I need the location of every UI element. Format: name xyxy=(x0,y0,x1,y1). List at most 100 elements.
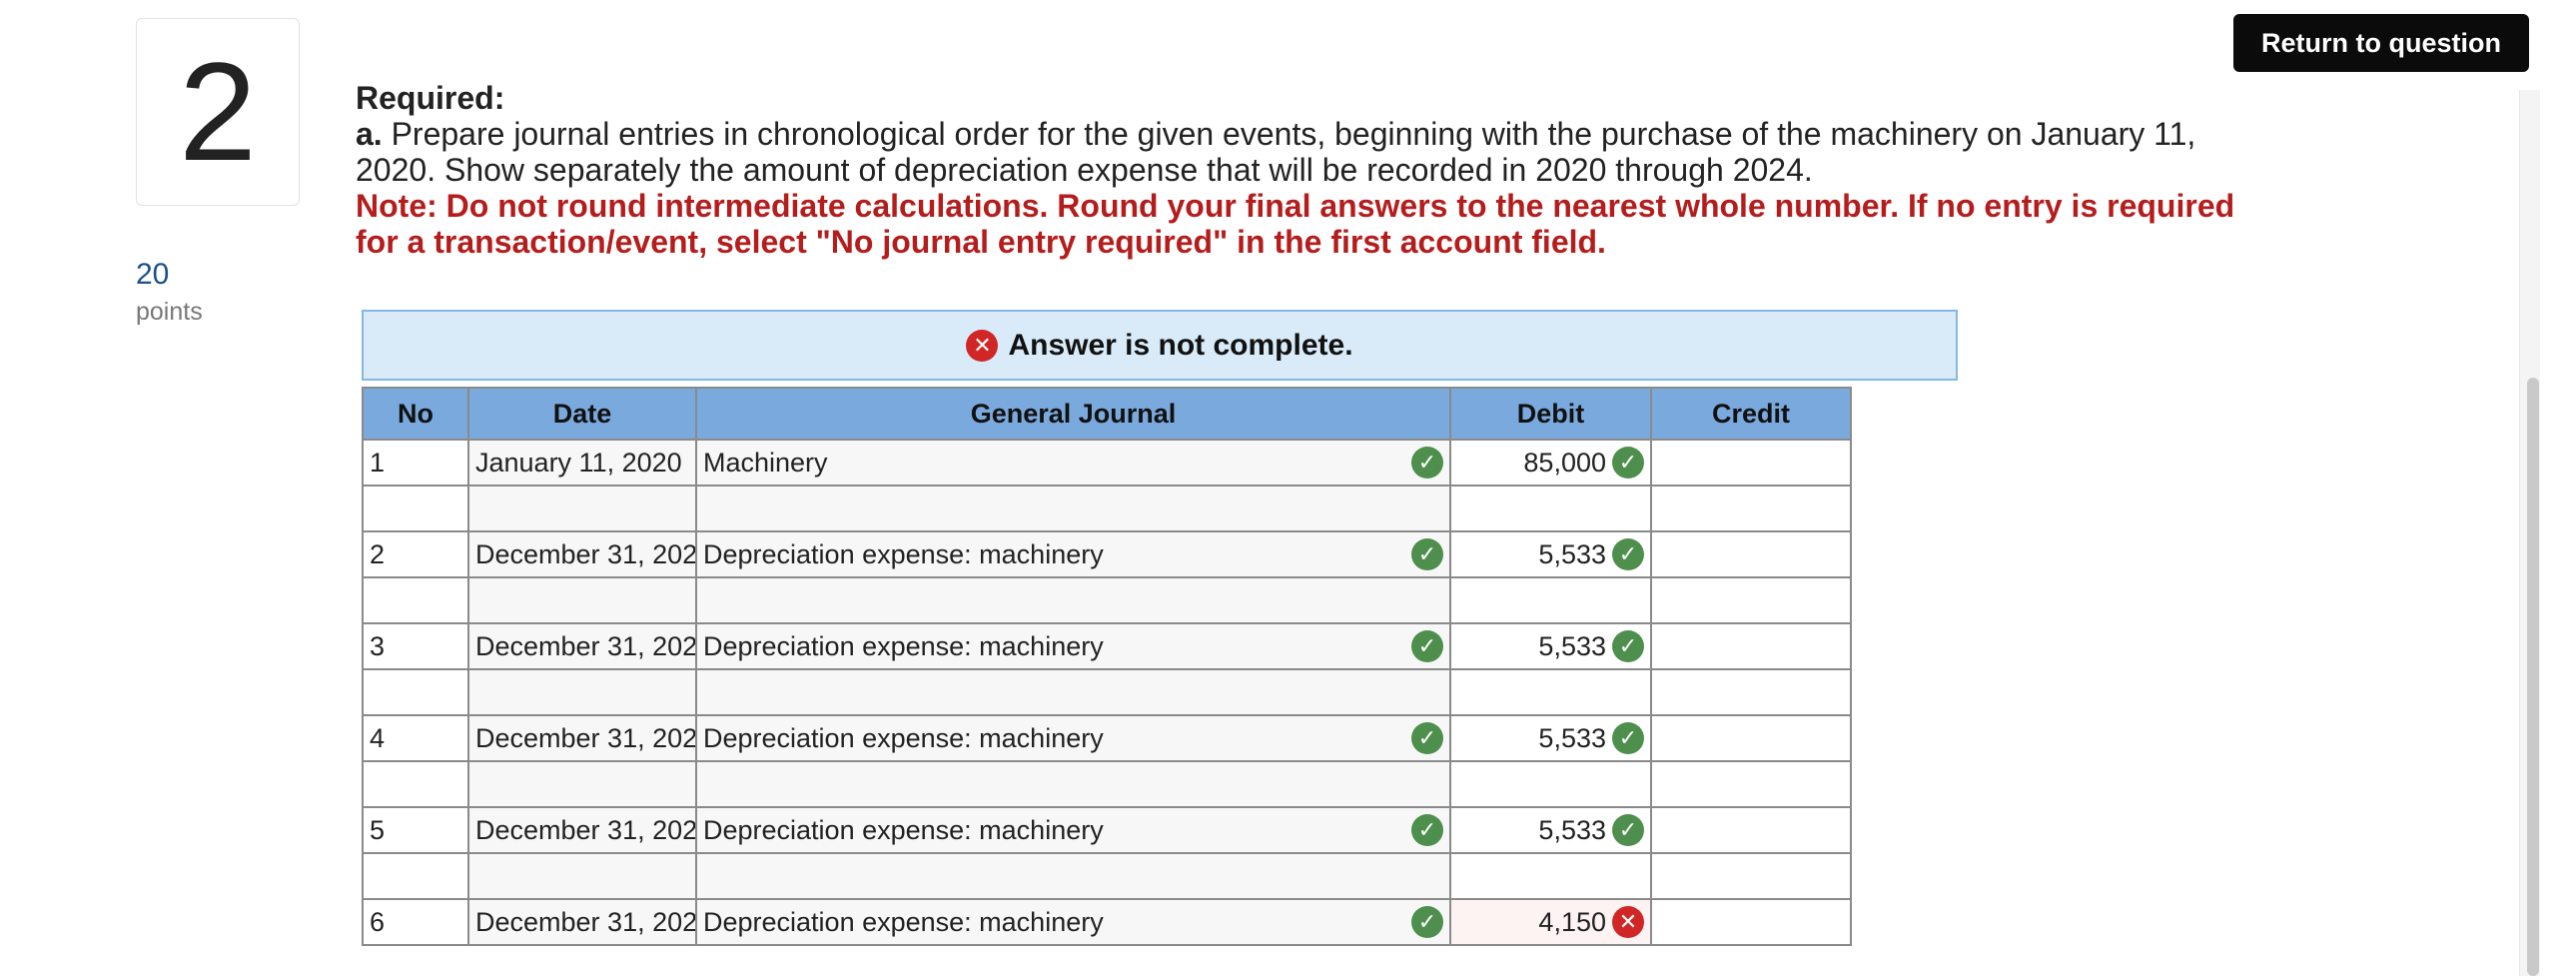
credit-cell[interactable] xyxy=(1650,576,1852,624)
date-cell[interactable]: January 11, 2020 xyxy=(467,439,697,487)
entry-number-cell xyxy=(362,668,469,716)
entry-number-cell: 5 xyxy=(362,806,469,854)
debit-amount: 5,533 xyxy=(1538,630,1606,661)
check-circle-icon: ✓ xyxy=(1411,630,1443,662)
date-cell[interactable] xyxy=(467,760,697,808)
account-cell[interactable]: Depreciation expense: machinery ✓ xyxy=(695,622,1451,670)
date-cell[interactable]: December 31, 2024 xyxy=(467,898,697,946)
instruction-note: Note: Do not round intermediate calculat… xyxy=(356,188,2235,260)
debit-cell[interactable]: 5,533 ✓ xyxy=(1449,714,1652,762)
account-name: Depreciation expense: machinery xyxy=(703,814,1104,845)
question-prompt: Required: a. Prepare journal entries in … xyxy=(356,80,2253,260)
table-row: 3 December 31, 2021 Depreciation expense: … xyxy=(362,622,1852,670)
credit-cell[interactable] xyxy=(1650,714,1852,762)
date-cell[interactable]: December 31, 2020 xyxy=(467,530,697,578)
check-circle-icon: ✓ xyxy=(1411,447,1443,479)
scrollbar-thumb[interactable] xyxy=(2527,378,2539,976)
table-row: 5 December 31, 2023 Depreciation expense: … xyxy=(362,806,1852,854)
entry-number-cell xyxy=(362,576,469,624)
debit-cell[interactable]: 5,533 ✓ xyxy=(1449,806,1652,854)
column-header-date: Date xyxy=(467,387,697,441)
debit-cell[interactable]: 4,150 ✕ xyxy=(1449,898,1652,946)
answer-status-text: Answer is not complete. xyxy=(1008,328,1353,362)
part-label: a. xyxy=(356,116,383,152)
credit-cell[interactable] xyxy=(1650,806,1852,854)
entry-number-cell: 1 xyxy=(362,439,469,487)
points-value: 20 xyxy=(136,258,170,291)
account-cell[interactable]: Machinery ✓ xyxy=(695,439,1451,487)
credit-cell[interactable] xyxy=(1650,898,1852,946)
column-header-general-journal: General Journal xyxy=(695,387,1451,441)
column-header-debit: Debit xyxy=(1449,387,1652,441)
check-circle-icon: ✓ xyxy=(1612,722,1644,754)
credit-cell[interactable] xyxy=(1650,668,1852,716)
table-row xyxy=(362,760,1852,808)
account-cell[interactable]: Depreciation expense: machinery ✓ xyxy=(695,714,1451,762)
debit-cell[interactable]: 5,533 ✓ xyxy=(1449,530,1652,578)
debit-cell[interactable] xyxy=(1449,668,1652,716)
debit-amount: 5,533 xyxy=(1538,538,1606,569)
date-cell[interactable] xyxy=(467,668,697,716)
account-cell[interactable]: Depreciation expense: machinery ✓ xyxy=(695,898,1451,946)
entry-number-cell: 4 xyxy=(362,714,469,762)
check-circle-icon: ✓ xyxy=(1612,630,1644,662)
check-circle-icon: ✓ xyxy=(1612,447,1644,479)
debit-cell[interactable]: 5,533 ✓ xyxy=(1449,622,1652,670)
debit-amount: 5,533 xyxy=(1538,722,1606,753)
table-row xyxy=(362,852,1852,900)
table-row: 2 December 31, 2020 Depreciation expense: … xyxy=(362,530,1852,578)
table-row: 1 January 11, 2020 Machinery ✓ 85,000 ✓ xyxy=(362,439,1852,487)
date-cell[interactable]: December 31, 2023 xyxy=(467,806,697,854)
check-circle-icon: ✓ xyxy=(1411,722,1443,754)
debit-cell[interactable] xyxy=(1449,760,1652,808)
account-cell[interactable]: Depreciation expense: machinery ✓ xyxy=(695,806,1451,854)
entry-number-cell xyxy=(362,760,469,808)
date-cell[interactable] xyxy=(467,852,697,900)
debit-amount: 4,150 xyxy=(1538,906,1606,937)
x-circle-icon: ✕ xyxy=(1612,906,1644,938)
table-row xyxy=(362,668,1852,716)
points-label: points xyxy=(136,298,203,326)
credit-cell[interactable] xyxy=(1650,622,1852,670)
account-name: Depreciation expense: machinery xyxy=(703,538,1104,569)
return-to-question-button[interactable]: Return to question xyxy=(2233,14,2529,72)
debit-cell[interactable]: 85,000 ✓ xyxy=(1449,439,1652,487)
account-name: Depreciation expense: machinery xyxy=(703,906,1104,937)
account-name: Machinery xyxy=(703,447,828,478)
entry-number-cell xyxy=(362,485,469,532)
check-circle-icon: ✓ xyxy=(1411,906,1443,938)
debit-cell[interactable] xyxy=(1449,485,1652,532)
journal-table: No Date General Journal Debit Credit 1 Ja… xyxy=(362,387,1852,946)
check-circle-icon: ✓ xyxy=(1612,814,1644,846)
entry-number-cell: 3 xyxy=(362,622,469,670)
table-row xyxy=(362,576,1852,624)
account-cell[interactable] xyxy=(695,576,1451,624)
credit-cell[interactable] xyxy=(1650,439,1852,487)
date-cell[interactable] xyxy=(467,485,697,532)
credit-cell[interactable] xyxy=(1650,530,1852,578)
account-cell[interactable] xyxy=(695,760,1451,808)
date-cell[interactable]: December 31, 2021 xyxy=(467,622,697,670)
table-row: 6 December 31, 2024 Depreciation expense: … xyxy=(362,898,1852,946)
table-row: 4 December 31, 2022 Depreciation expense: … xyxy=(362,714,1852,762)
debit-cell[interactable] xyxy=(1449,852,1652,900)
credit-cell[interactable] xyxy=(1650,485,1852,532)
column-header-no: No xyxy=(362,387,469,441)
credit-cell[interactable] xyxy=(1650,760,1852,808)
debit-cell[interactable] xyxy=(1449,576,1652,624)
check-circle-icon: ✓ xyxy=(1411,814,1443,846)
account-cell[interactable] xyxy=(695,852,1451,900)
debit-amount: 5,533 xyxy=(1538,814,1606,845)
account-name: Depreciation expense: machinery xyxy=(703,722,1104,753)
account-name: Depreciation expense: machinery xyxy=(703,630,1104,661)
date-cell[interactable] xyxy=(467,576,697,624)
required-label: Required: xyxy=(356,80,505,116)
account-cell[interactable] xyxy=(695,485,1451,532)
date-cell[interactable]: December 31, 2022 xyxy=(467,714,697,762)
credit-cell[interactable] xyxy=(1650,852,1852,900)
account-cell[interactable] xyxy=(695,668,1451,716)
check-circle-icon: ✓ xyxy=(1411,538,1443,570)
table-row xyxy=(362,485,1852,532)
account-cell[interactable]: Depreciation expense: machinery ✓ xyxy=(695,530,1451,578)
entry-number-cell: 2 xyxy=(362,530,469,578)
